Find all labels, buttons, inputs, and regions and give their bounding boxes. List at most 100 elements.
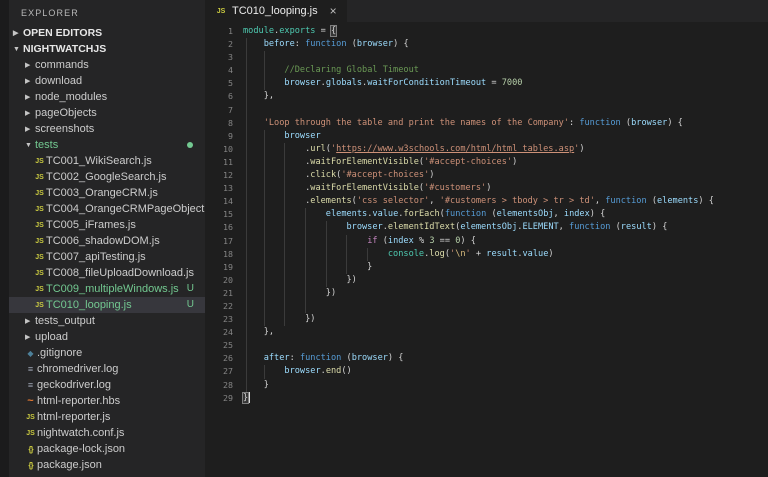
tree-item-nightwatch-conf-js[interactable]: JSnightwatch.conf.js (9, 425, 205, 441)
chevron-collapsed-icon[interactable]: ▶ (24, 77, 35, 85)
code-token: } (243, 262, 372, 272)
code-line[interactable]: 27 browser.end() (205, 365, 768, 378)
tree-item--gitignore[interactable]: ◆.gitignore (9, 345, 205, 361)
chevron-collapsed-icon[interactable]: ▶ (24, 109, 35, 117)
tree-item-tc008-fileuploaddownload-js[interactable]: JSTC008_fileUploadDownload.js (9, 265, 205, 281)
tab-close-icon[interactable]: × (330, 5, 337, 17)
code-line[interactable]: 1module.exports = { (205, 25, 768, 38)
tree-item-tests-output[interactable]: ▶tests_output (9, 313, 205, 329)
chevron-collapsed-icon[interactable]: ▶ (24, 93, 35, 101)
code-token (243, 222, 346, 232)
code-line[interactable]: 11 .waitForElementVisible('#accept-choic… (205, 156, 768, 169)
chevron-expanded-icon[interactable]: ▼ (24, 142, 35, 149)
code-token: ) (429, 170, 434, 180)
tree-item-upload[interactable]: ▶upload (9, 329, 205, 345)
tab-tc010-looping[interactable]: JS TC010_looping.js × (205, 0, 347, 22)
code-line[interactable]: 6 }, (205, 90, 768, 103)
code-line[interactable]: 7 (205, 104, 768, 117)
tree-item-screenshots[interactable]: ▶screenshots (9, 121, 205, 137)
code-line[interactable]: 22 (205, 300, 768, 313)
tree-item-label: node_modules (35, 91, 107, 103)
tree-item-tc005-iframes-js[interactable]: JSTC005_iFrames.js (9, 217, 205, 233)
tree-item-package-lock-json[interactable]: {}package-lock.json (9, 441, 205, 457)
code-line[interactable]: 21 }) (205, 287, 768, 300)
code-token: value (372, 209, 398, 219)
tree-item-node-modules[interactable]: ▶node_modules (9, 89, 205, 105)
tree-item-tests[interactable]: ▼tests (9, 137, 205, 153)
tree-item-download[interactable]: ▶download (9, 73, 205, 89)
code-token: }, (243, 91, 274, 101)
code-line[interactable]: 3 (205, 51, 768, 64)
tree-item-tc003-orangecrm-js[interactable]: JSTC003_OrangeCRM.js (9, 185, 205, 201)
code-line[interactable]: 10 .url('https://www.w3schools.com/html/… (205, 143, 768, 156)
chevron-collapsed-icon[interactable]: ▶ (12, 29, 23, 37)
code-line[interactable]: 15 elements.value.forEach(function (elem… (205, 208, 768, 221)
code-line[interactable]: 4 //Declaring Global Timeout (205, 64, 768, 77)
tree-item-commands[interactable]: ▶commands (9, 57, 205, 73)
code-token: ( (610, 222, 620, 232)
js-file-icon: JS (33, 286, 46, 293)
code-token: browser (357, 39, 393, 49)
indent-guide (264, 51, 265, 64)
code-line[interactable]: 29} (205, 392, 768, 405)
tree-item-html-reporter-hbs[interactable]: ~html-reporter.hbs (9, 393, 205, 409)
code-editor[interactable]: 1module.exports = {2 before: function (b… (205, 22, 768, 477)
line-number: 12 (205, 169, 233, 182)
tree-item-label: pageObjects (35, 107, 97, 119)
code-line[interactable]: 12 .click('#accept-choices') (205, 169, 768, 182)
line-content: } (233, 392, 768, 405)
code-line[interactable]: 18 console.log('\n' + result.value) (205, 248, 768, 261)
indent-guide (305, 300, 306, 313)
code-line[interactable]: 20 }) (205, 274, 768, 287)
code-line[interactable]: 26 after: function (browser) { (205, 352, 768, 365)
chevron-collapsed-icon[interactable]: ▶ (24, 61, 35, 69)
tree-item-geckodriver-log[interactable]: ≡geckodriver.log (9, 377, 205, 393)
code-token: '#accept-choices' (341, 170, 429, 180)
code-line[interactable]: 28 } (205, 379, 768, 392)
tree-item-html-reporter-js[interactable]: JShtml-reporter.js (9, 409, 205, 425)
code-line[interactable]: 9 browser (205, 130, 768, 143)
chevron-collapsed-icon[interactable]: ▶ (24, 333, 35, 341)
js-file-icon: JS (24, 430, 37, 437)
tree-item-tc007-apitesting-js[interactable]: JSTC007_apiTesting.js (9, 249, 205, 265)
chevron-expanded-icon[interactable]: ▼ (12, 46, 23, 53)
code-token (243, 249, 388, 259)
tree-item-tc004-orangecrmpageobject-js[interactable]: JSTC004_OrangeCRMPageObject.js (9, 201, 205, 217)
code-line[interactable]: 16 browser.elementIdText(elementsObj.ELE… (205, 221, 768, 234)
chevron-collapsed-icon[interactable]: ▶ (24, 125, 35, 133)
code-line[interactable]: 5 browser.globals.waitForConditionTimeou… (205, 77, 768, 90)
code-token: exports (279, 26, 315, 36)
code-line[interactable]: 23 }) (205, 313, 768, 326)
code-line[interactable]: 24 }, (205, 326, 768, 339)
tree-item-tc010-looping-js[interactable]: JSTC010_looping.jsU (9, 297, 205, 313)
log-file-icon: ≡ (24, 380, 37, 390)
section-open-editors[interactable]: ▶OPEN EDITORS (9, 25, 205, 41)
tree-item-label: TC008_fileUploadDownload.js (46, 267, 194, 279)
code-token: ELEMENT (522, 222, 558, 232)
chevron-collapsed-icon[interactable]: ▶ (24, 317, 35, 325)
line-number: 2 (205, 38, 233, 51)
code-line[interactable]: 19 } (205, 261, 768, 274)
code-token: click (310, 170, 336, 180)
line-content: browser.globals.waitForConditionTimeout … (233, 77, 768, 90)
line-number: 19 (205, 261, 233, 274)
tree-item-tc006-shadowdom-js[interactable]: JSTC006_shadowDOM.js (9, 233, 205, 249)
code-line[interactable]: 2 before: function (browser) { (205, 38, 768, 51)
code-token: globals (326, 78, 362, 88)
tree-item-package-json[interactable]: {}package.json (9, 457, 205, 473)
code-line[interactable]: 14 .elements('css selector', '#customers… (205, 195, 768, 208)
code-line[interactable]: 17 if (index % 3 == 0) { (205, 235, 768, 248)
code-line[interactable]: 13 .waitForElementVisible('#customers') (205, 182, 768, 195)
section-nightwatchjs[interactable]: ▼NIGHTWATCHJS (9, 41, 205, 57)
tree-item-tc001-wikisearch-js[interactable]: JSTC001_WikiSearch.js (9, 153, 205, 169)
code-line[interactable]: 25 (205, 339, 768, 352)
code-token (243, 236, 367, 246)
tree-item-chromedriver-log[interactable]: ≡chromedriver.log (9, 361, 205, 377)
line-content: module.exports = { (233, 25, 768, 38)
tree-item-tc002-googlesearch-js[interactable]: JSTC002_GoogleSearch.js (9, 169, 205, 185)
code-line[interactable]: 8 'Loop through the table and print the … (205, 117, 768, 130)
tree-item-pageobjects[interactable]: ▶pageObjects (9, 105, 205, 121)
tree-item-tc009-multiplewindows-js[interactable]: JSTC009_multipleWindows.jsU (9, 281, 205, 297)
js-file-icon: JS (33, 302, 46, 309)
line-content: before: function (browser) { (233, 38, 768, 51)
